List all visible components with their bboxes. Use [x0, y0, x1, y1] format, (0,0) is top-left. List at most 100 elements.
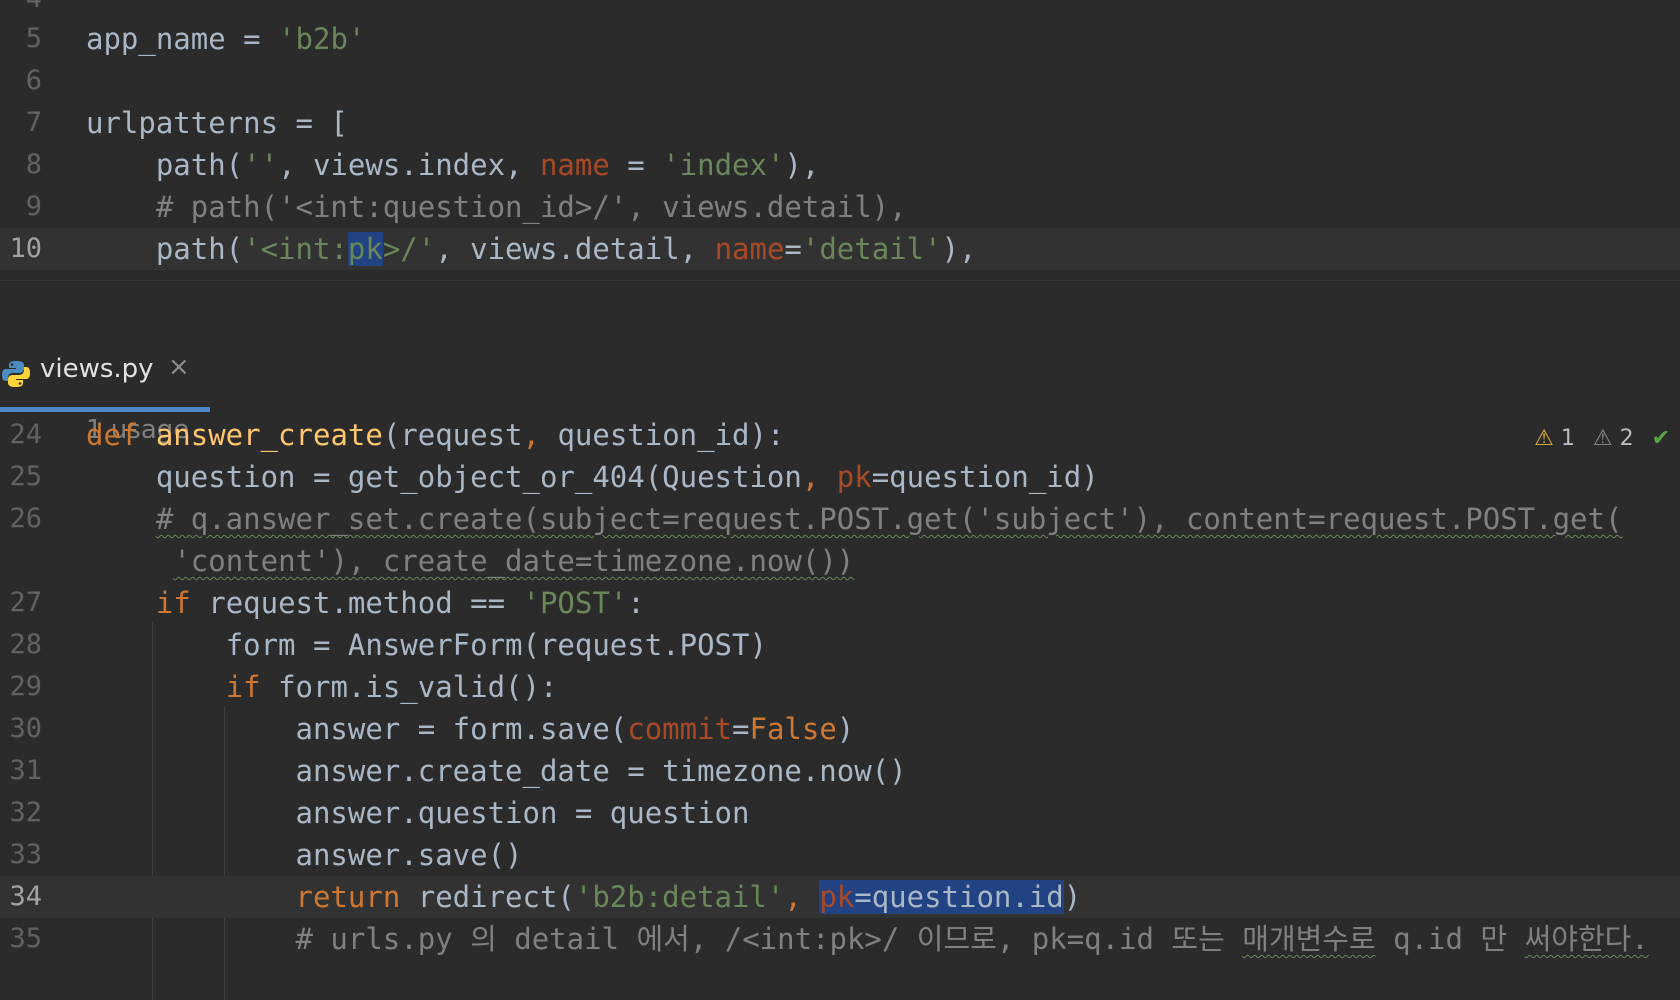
line-number[interactable]: 29: [0, 666, 42, 708]
code-text[interactable]: question = get_object_or_404(Question, p…: [86, 456, 1099, 498]
code-token: # q.answer_set.create(subject=request.PO…: [155, 502, 1623, 536]
code-token: ),: [941, 232, 977, 266]
line-number: 4: [0, 0, 42, 20]
code-text[interactable]: if form.is_valid():: [86, 666, 558, 708]
line-number[interactable]: 30: [0, 708, 42, 750]
code-text[interactable]: answer = form.save(commit=False): [86, 708, 855, 750]
code-line[interactable]: 10 path('<int:pk>/', views.detail, name=…: [0, 228, 1680, 270]
code-token: app_name =: [86, 22, 279, 56]
code-text[interactable]: path('<int:pk>/', views.detail, name='de…: [86, 228, 977, 270]
code-line[interactable]: 35 # urls.py 의 detail 에서, /<int:pk>/ 이므로…: [0, 918, 1680, 960]
code-text[interactable]: answer.save(): [86, 834, 523, 876]
line-number[interactable]: 35: [0, 918, 42, 960]
line-number[interactable]: 26: [0, 498, 42, 540]
code-line[interactable]: 8 path('', views.index, name = 'index'),: [0, 144, 1680, 186]
code-token: False: [749, 712, 837, 746]
code-token: :: [627, 586, 645, 620]
code-token: path(: [86, 232, 244, 266]
line-number[interactable]: 25: [0, 456, 42, 498]
code-line[interactable]: 9 # path('<int:question_id>/', views.det…: [0, 186, 1680, 228]
line-number[interactable]: 10: [0, 228, 42, 270]
line-number[interactable]: 6: [0, 60, 42, 102]
code-token: request.method ==: [208, 586, 523, 620]
code-token: 'b2b': [278, 22, 366, 56]
code-line[interactable]: 34 return redirect('b2b:detail', pk=ques…: [0, 876, 1680, 918]
code-token: '': [243, 148, 279, 182]
line-number[interactable]: 27: [0, 582, 42, 624]
code-line[interactable]: 5 app_name = 'b2b': [0, 18, 1680, 60]
code-line[interactable]: 7 urlpatterns = [: [0, 102, 1680, 144]
code-line[interactable]: 28 form = AnswerForm(request.POST): [0, 624, 1680, 666]
code-line[interactable]: 32 answer.question = question: [0, 792, 1680, 834]
code-token: return: [295, 880, 418, 914]
code-token: ),: [784, 148, 820, 182]
code-token: >/': [382, 232, 436, 266]
code-token: pk: [347, 232, 383, 266]
code-text[interactable]: if request.method == 'POST':: [86, 582, 645, 624]
line-number[interactable]: 8: [0, 144, 42, 186]
code-text[interactable]: form = AnswerForm(request.POST): [86, 624, 767, 666]
line-number[interactable]: 28: [0, 624, 42, 666]
code-token: 'content'), create_date=timezone.now()): [173, 544, 855, 578]
editor-split-divider[interactable]: [0, 280, 1680, 334]
code-line[interactable]: 27 if request.method == 'POST':: [0, 582, 1680, 624]
tab-label: views.py: [40, 354, 154, 384]
line-number[interactable]: 9: [0, 186, 42, 228]
line-number[interactable]: 32: [0, 792, 42, 834]
code-token: if: [155, 586, 209, 620]
line-number[interactable]: 7: [0, 102, 42, 144]
code-text[interactable]: # q.answer_set.create(subject=request.PO…: [86, 498, 1623, 540]
code-line[interactable]: 'content'), create_date=timezone.now()): [0, 540, 1680, 582]
code-token: form.is_valid():: [278, 670, 558, 704]
editor-tab-bar: views.py ×: [0, 332, 1680, 413]
code-text[interactable]: # path('<int:question_id>/', views.detai…: [86, 186, 907, 228]
code-line[interactable]: 31 answer.create_date = timezone.now(): [0, 750, 1680, 792]
code-text[interactable]: 'content'), create_date=timezone.now()): [86, 540, 854, 582]
code-text[interactable]: answer.create_date = timezone.now(): [86, 750, 907, 792]
close-icon[interactable]: ×: [168, 352, 190, 382]
code-token: answer_create: [155, 418, 383, 452]
views-editor-pane[interactable]: 1 usage ⚠ 1 ⚠ 2 ✔ 24 def answer_create(re…: [0, 412, 1680, 1000]
code-token: 'b2b:detail': [574, 880, 785, 914]
code-token: name: [714, 232, 785, 266]
code-text[interactable]: def answer_create(request, question_id):: [86, 414, 784, 456]
code-token: =: [732, 712, 750, 746]
code-token: 'index': [662, 148, 785, 182]
line-number[interactable]: 5: [0, 18, 42, 60]
code-token: , views.index,: [278, 148, 540, 182]
code-token: 'detail': [801, 232, 942, 266]
code-token: =question.id: [854, 880, 1064, 914]
code-text[interactable]: # urls.py 의 detail 에서, /<int:pk>/ 이므로, p…: [86, 918, 1649, 960]
code-token: path(: [86, 148, 244, 182]
code-line[interactable]: 30 answer = form.save(commit=False): [0, 708, 1680, 750]
code-text[interactable]: urlpatterns = [: [86, 102, 348, 144]
partial-line: 4: [0, 0, 1680, 20]
code-token: answer.question = question: [86, 796, 750, 830]
code-text[interactable]: return redirect('b2b:detail', pk=questio…: [86, 876, 1081, 918]
code-line[interactable]: 26 # q.answer_set.create(subject=request…: [0, 498, 1680, 540]
code-line[interactable]: 24 def answer_create(request, question_id…: [0, 414, 1680, 456]
urls-editor-pane[interactable]: 4 5 app_name = 'b2b' 67 urlpatterns = [8 pa…: [0, 0, 1680, 280]
code-line[interactable]: 25 question = get_object_or_404(Question…: [0, 456, 1680, 498]
code-text[interactable]: path('', views.index, name = 'index'),: [86, 144, 820, 186]
code-token: pk: [836, 460, 872, 494]
code-line[interactable]: 29 if form.is_valid():: [0, 666, 1680, 708]
python-file-icon: [2, 361, 30, 387]
code-text[interactable]: answer.question = question: [86, 792, 750, 834]
code-line[interactable]: 6: [0, 60, 1680, 102]
code-token: q.id 만: [1375, 922, 1525, 956]
line-number[interactable]: 33: [0, 834, 42, 876]
code-token: name: [539, 148, 610, 182]
line-number[interactable]: 24: [0, 414, 42, 456]
code-line[interactable]: 33 answer.save(): [0, 834, 1680, 876]
code-text[interactable]: app_name = 'b2b': [86, 18, 365, 60]
code-token: answer = form.save(: [86, 712, 628, 746]
line-number[interactable]: 34: [0, 876, 42, 918]
tab-views-py[interactable]: views.py ×: [0, 332, 210, 412]
code-token: ,: [784, 880, 820, 914]
code-token: 'POST': [522, 586, 628, 620]
line-number[interactable]: 31: [0, 750, 42, 792]
